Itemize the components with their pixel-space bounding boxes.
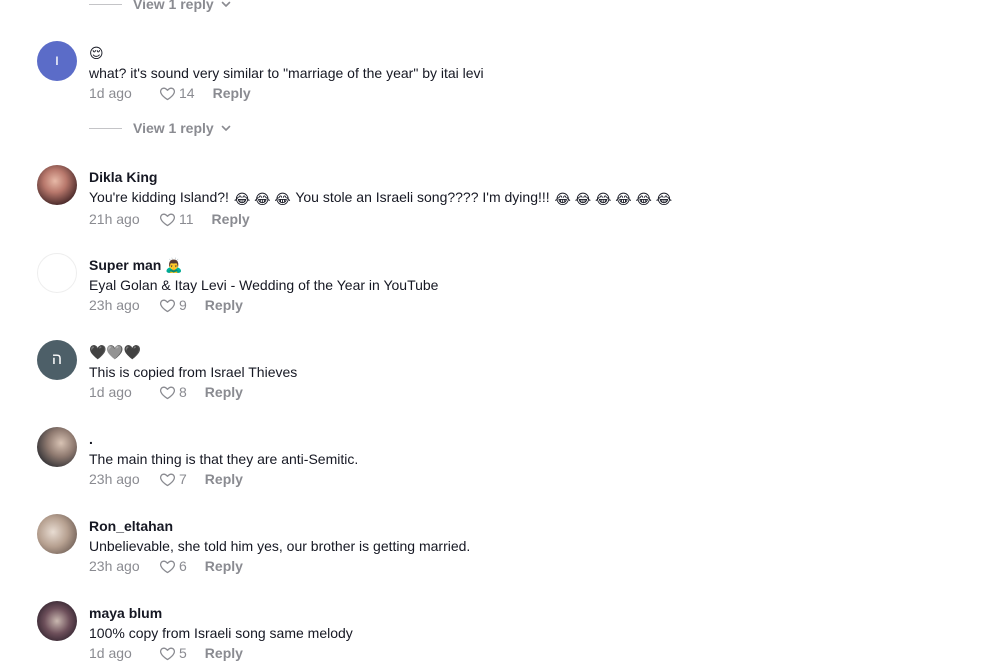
like-button[interactable]: 14: [159, 83, 195, 103]
comment-item: Ron_eltahan Unbelievable, she told him y…: [37, 514, 937, 584]
comment-item: ה 🖤🩶🖤 This is copied from Israel Thieves…: [37, 340, 937, 410]
view-replies-label: View 1 reply: [133, 0, 214, 12]
like-count: 7: [179, 471, 187, 487]
reply-button[interactable]: Reply: [205, 643, 243, 663]
reply-button[interactable]: Reply: [205, 469, 243, 489]
timestamp: 1d ago: [89, 645, 132, 661]
username[interactable]: 😌: [89, 43, 937, 63]
chevron-down-icon: [220, 0, 232, 10]
avatar[interactable]: ı: [37, 41, 77, 81]
avatar-letter: ה: [51, 351, 63, 368]
heart-icon: [159, 211, 176, 228]
avatar[interactable]: [37, 601, 77, 641]
username[interactable]: maya blum: [89, 603, 937, 623]
comment-item: . The main thing is that they are anti-S…: [37, 427, 937, 497]
username[interactable]: Ron_eltahan: [89, 516, 937, 536]
comment-text: The main thing is that they are anti-Sem…: [89, 451, 359, 467]
avatar[interactable]: [37, 514, 77, 554]
like-count: 5: [179, 645, 187, 661]
timestamp: 1d ago: [89, 384, 132, 400]
like-button[interactable]: 7: [159, 469, 187, 489]
comment-item: Dikla King You're kidding Island?! 😂 😂 😂…: [37, 165, 937, 235]
divider-line: [89, 127, 122, 129]
like-count: 9: [179, 297, 187, 313]
heart-icon: [159, 297, 176, 314]
avatar[interactable]: [37, 427, 77, 467]
heart-icon: [159, 558, 176, 575]
comment-text: Eyal Golan & Itay Levi - Wedding of the …: [89, 277, 439, 293]
reply-button[interactable]: Reply: [212, 209, 250, 229]
like-count: 8: [179, 384, 187, 400]
timestamp: 23h ago: [89, 297, 140, 313]
like-button[interactable]: 5: [159, 643, 187, 663]
comment-text: This is copied from Israel Thieves: [89, 364, 298, 380]
heart-icon: [159, 471, 176, 488]
reply-button[interactable]: Reply: [205, 382, 243, 402]
view-replies-label: View 1 reply: [133, 120, 214, 136]
timestamp: 21h ago: [89, 211, 140, 227]
chevron-down-icon: [220, 122, 232, 134]
laughing-emoji-group: 😂 😂 😂: [233, 191, 291, 207]
timestamp: 23h ago: [89, 471, 140, 487]
username[interactable]: Dikla King: [89, 167, 937, 187]
like-button[interactable]: 11: [159, 209, 194, 229]
timestamp: 23h ago: [89, 558, 140, 574]
like-button[interactable]: 8: [159, 382, 187, 402]
like-count: 11: [179, 211, 194, 227]
divider-line: [89, 3, 122, 5]
comment-text-part: You stole an Israeli song???? I'm dying!…: [295, 189, 550, 205]
comment-text: Unbelievable, she told him yes, our brot…: [89, 538, 471, 554]
comment-item: Super man 🙇‍♂️ Eyal Golan & Itay Levi - …: [37, 253, 937, 323]
heart-icon: [159, 85, 176, 102]
avatar[interactable]: [37, 253, 77, 293]
comment-item: maya blum 100% copy from Israeli song sa…: [37, 601, 937, 671]
view-replies-button[interactable]: View 1 reply: [89, 120, 232, 136]
username[interactable]: Super man 🙇‍♂️: [89, 255, 937, 275]
heart-icon: [159, 645, 176, 662]
view-replies-button[interactable]: View 1 reply: [89, 0, 232, 12]
comment-text: 100% copy from Israeli song same melody: [89, 625, 353, 641]
comment-item: ı 😌 what? it's sound very similar to "ma…: [37, 41, 937, 111]
avatar[interactable]: [37, 165, 77, 205]
comment-text-part: You're kidding Island?!: [89, 189, 229, 205]
avatar[interactable]: ה: [37, 340, 77, 380]
like-count: 14: [179, 85, 195, 101]
like-count: 6: [179, 558, 187, 574]
like-button[interactable]: 6: [159, 556, 187, 576]
reply-button[interactable]: Reply: [205, 295, 243, 315]
comment-text: You're kidding Island?! 😂 😂 😂 You stole …: [89, 187, 937, 209]
laughing-emoji-group: 😂 😂 😂 😂 😂 😂: [554, 191, 673, 207]
username[interactable]: .: [89, 429, 937, 449]
avatar-letter: ı: [54, 52, 60, 69]
timestamp: 1d ago: [89, 85, 132, 101]
reply-button[interactable]: Reply: [213, 83, 251, 103]
comment-text: what? it's sound very similar to "marria…: [89, 65, 484, 81]
like-button[interactable]: 9: [159, 295, 187, 315]
username[interactable]: 🖤🩶🖤: [89, 342, 937, 362]
heart-icon: [159, 384, 176, 401]
reply-button[interactable]: Reply: [205, 556, 243, 576]
